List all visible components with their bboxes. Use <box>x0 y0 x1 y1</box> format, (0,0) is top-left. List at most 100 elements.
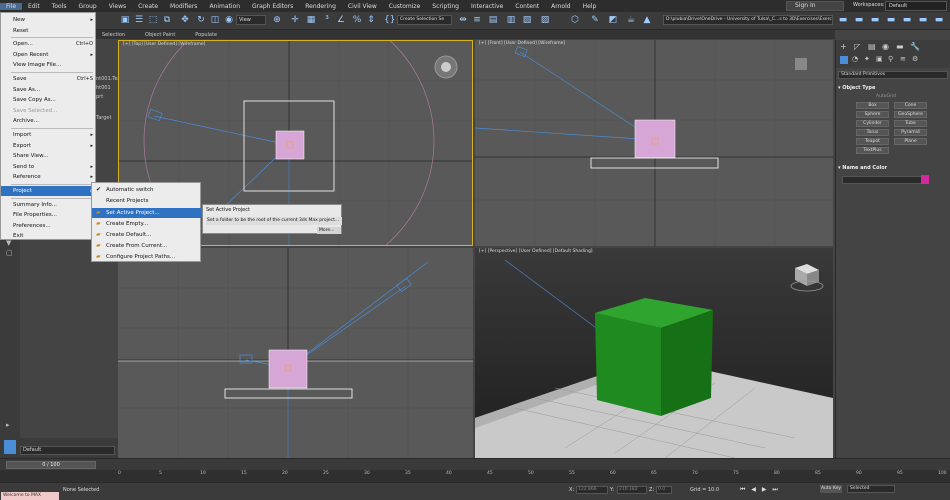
select-icon[interactable]: ▣ <box>120 15 130 25</box>
rendered-frame-icon[interactable]: ◩ <box>608 15 618 25</box>
tooltip-more-button[interactable]: More... <box>317 227 341 234</box>
menu-create[interactable]: Create <box>132 3 164 10</box>
layer-explorer-icon[interactable]: ▤ <box>488 15 498 25</box>
file-menu-file-properties[interactable]: File Properties... <box>1 210 97 220</box>
spacewarps-icon[interactable]: ≋ <box>900 55 906 63</box>
maxscript-listener[interactable]: Welcome to MAX <box>1 492 59 500</box>
menu-customize[interactable]: Customize <box>383 3 427 10</box>
workspace-dropdown[interactable]: Default <box>885 1 947 11</box>
file-menu-exit[interactable]: Exit <box>1 231 97 241</box>
geometry-icon[interactable] <box>840 56 848 64</box>
file-menu-archive[interactable]: Archive... <box>1 116 97 126</box>
menu-rendering[interactable]: Rendering <box>299 3 342 10</box>
viewport-front-label[interactable]: [+] [Front] [User Defined] [Wireframe] <box>479 41 565 46</box>
file-menu-preferences[interactable]: Preferences... <box>1 221 97 231</box>
create-plane-button[interactable]: Plane <box>894 138 927 145</box>
object-color-swatch[interactable] <box>921 175 929 184</box>
systems-icon[interactable]: ⚙ <box>912 55 918 63</box>
create-sphere-button[interactable]: Sphere <box>856 111 889 118</box>
object-name-field[interactable] <box>842 176 922 184</box>
create-cone-button[interactable]: Cone <box>894 102 927 109</box>
layout-icon[interactable]: ▬ <box>886 15 896 25</box>
expand-icon[interactable]: ▸ <box>6 421 10 429</box>
cameras-icon[interactable]: ▣ <box>876 55 883 63</box>
file-menu-new[interactable]: New ▸ <box>1 15 97 25</box>
file-menu-open[interactable]: Open... Ctrl+O <box>1 39 97 49</box>
file-menu-share-view[interactable]: Share View... <box>1 151 97 161</box>
percent-snap-icon[interactable]: % <box>352 15 362 25</box>
project-path-field[interactable]: D:\plubia\Drive\OneDrive - University of… <box>663 15 833 25</box>
window-crossing-icon[interactable]: ⧉ <box>162 15 172 25</box>
viewport-left[interactable]: ame] <box>118 248 473 458</box>
menu-graph-editors[interactable]: Graph Editors <box>246 3 299 10</box>
playback-controls[interactable]: ⏮ ◀ ▶ ⏭ <box>740 486 780 494</box>
create-geosphere-button[interactable]: GeoSphere <box>894 111 927 118</box>
curve-editor-icon[interactable]: ▧ <box>522 15 532 25</box>
menu-file[interactable]: File <box>0 2 23 10</box>
motion-tab-icon[interactable]: ◉ <box>882 42 889 51</box>
mirror-icon[interactable]: ⇹ <box>458 15 468 25</box>
angle-snap-icon[interactable]: ∠ <box>336 15 346 25</box>
file-menu-reset[interactable]: Reset <box>1 26 97 36</box>
render-icon[interactable]: ☕ <box>626 15 636 25</box>
material-editor-icon[interactable]: ⬡ <box>570 15 580 25</box>
project-menu-create-from-current[interactable]: ▰ Create From Current... <box>92 241 202 251</box>
align-icon[interactable]: ≡ <box>472 15 482 25</box>
modify-tab-icon[interactable]: ◸ <box>854 42 860 51</box>
project-menu-create-empty[interactable]: ▰ Create Empty... <box>92 219 202 229</box>
reset-layout-icon[interactable]: ▬ <box>918 15 928 25</box>
file-menu-export[interactable]: Export ▸ <box>1 141 97 151</box>
key-filter-dropdown[interactable]: Selected <box>847 485 895 493</box>
current-layer-field[interactable]: Default <box>20 446 115 455</box>
viewport-perspective[interactable]: [+] [Perspective] [User Defined] [Defaul… <box>475 248 833 458</box>
sign-in-button[interactable]: Sign In <box>786 1 844 11</box>
schematic-view-icon[interactable]: ▨ <box>540 15 550 25</box>
move-icon[interactable]: ✥ <box>180 15 190 25</box>
display-tab-icon[interactable]: ▬ <box>896 42 904 51</box>
file-menu-save-as[interactable]: Save As... <box>1 85 97 95</box>
named-selection-set-dropdown[interactable]: Create Selection Se <box>397 15 452 25</box>
menu-group[interactable]: Group <box>72 3 102 10</box>
file-menu-summary-info[interactable]: Summary Info... <box>1 200 97 210</box>
create-teapot-button[interactable]: Teapot <box>856 138 889 145</box>
manipulate-icon[interactable]: ✛ <box>290 15 300 25</box>
create-cylinder-button[interactable]: Cylinder <box>856 120 889 127</box>
create-box-button[interactable]: Box <box>856 102 889 109</box>
utilities-tab-icon[interactable]: 🔧 <box>910 42 920 51</box>
viewport-top-label[interactable]: [+] [Top] [User Defined] [Wireframe] <box>123 42 205 47</box>
y-coordinate-field[interactable]: 210.182 <box>617 486 647 494</box>
spinner-snap-icon[interactable]: ⇕ <box>366 15 376 25</box>
hierarchy-tab-icon[interactable]: ▤ <box>868 42 876 51</box>
name-color-rollout[interactable]: ▾ Name and Color <box>838 164 948 172</box>
shapes-icon[interactable]: ◔ <box>852 55 858 63</box>
project-menu-configure-project-paths[interactable]: ▰ Configure Project Paths... <box>92 252 202 262</box>
keyboard-shortcut-icon[interactable]: ▦ <box>306 15 316 25</box>
ribbon-tab-populate[interactable]: Populate <box>185 32 227 38</box>
save-layout-icon[interactable]: ▬ <box>902 15 912 25</box>
lights-icon[interactable]: ✦ <box>864 55 870 63</box>
create-torus-button[interactable]: Torus <box>856 129 889 136</box>
workspace-icon[interactable]: ▬ <box>870 15 880 25</box>
z-coordinate-field[interactable]: 0.0 <box>656 486 672 494</box>
file-menu-send-to[interactable]: Send to ▸ <box>1 162 97 172</box>
ribbon-tab-selection[interactable]: Selection <box>92 32 135 38</box>
object-type-rollout[interactable]: ▾ Object Type <box>838 84 948 92</box>
file-menu-view-image-file[interactable]: View Image File... <box>1 60 97 70</box>
project-menu-set-active-project[interactable]: ▰ Set Active Project... <box>92 208 202 218</box>
helpers-icon[interactable]: ⚲ <box>888 55 893 63</box>
file-menu-save[interactable]: Save Ctrl+S <box>1 74 97 84</box>
create-pyramid-button[interactable]: Pyramid <box>894 129 927 136</box>
select-by-name-icon[interactable]: ☰ <box>134 15 144 25</box>
track-bar[interactable]: 0 5 10 15 20 25 30 35 40 45 50 55 60 65 70 75 80 85 90 95 10… <box>0 470 950 482</box>
autogrid-checkbox[interactable]: AutoGrid <box>876 94 896 99</box>
time-slider[interactable]: 0 / 100 <box>6 461 96 469</box>
scene-explorer-icon[interactable]: ▥ <box>506 15 516 25</box>
auto-key-button[interactable]: Auto Key <box>820 485 842 493</box>
edit-named-selection-icon[interactable]: {} <box>384 15 395 25</box>
create-tube-button[interactable]: Tube <box>894 120 927 127</box>
menu-scripting[interactable]: Scripting <box>426 3 465 10</box>
menu-arnold[interactable]: Arnold <box>545 3 576 10</box>
layer-icon[interactable] <box>4 440 16 454</box>
menu-civil-view[interactable]: Civil View <box>342 3 383 10</box>
file-menu-open-recent[interactable]: Open Recent ▸ <box>1 50 97 60</box>
